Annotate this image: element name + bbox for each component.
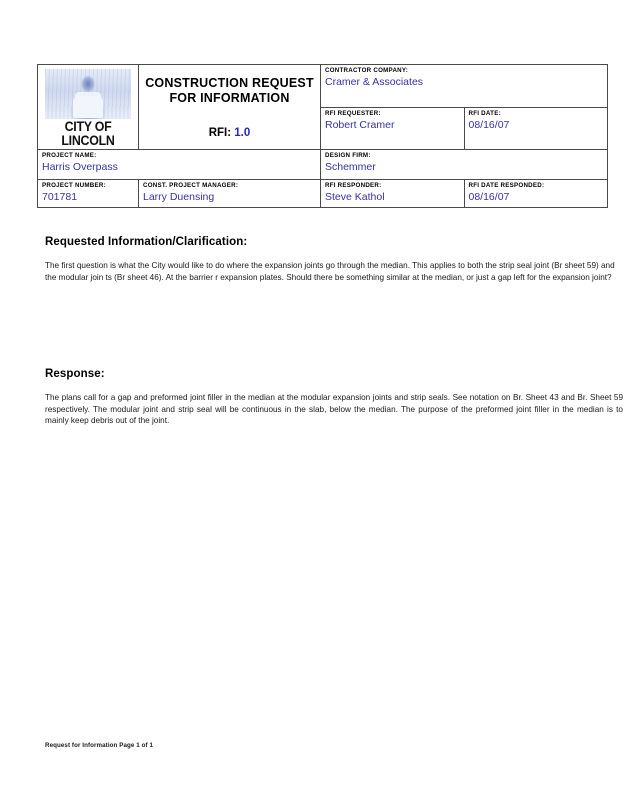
project-name-cell: PROJECT NAME: Harris Overpass <box>37 149 321 180</box>
rfi-date-value: 08/16/07 <box>468 118 510 131</box>
rfi-responder-cell: RFI RESPONDER: Steve Kathol <box>320 179 465 208</box>
rfi-header-table: CITY OF LINCOLN NEBRASKA CONSTRUCTION RE… <box>37 64 608 208</box>
title-line-1: CONSTRUCTION REQUEST <box>145 76 314 90</box>
city-of-lincoln-logo: CITY OF LINCOLN NEBRASKA <box>38 65 138 149</box>
requested-information-section: Requested Information/Clarification: The… <box>45 236 623 283</box>
header-row-4: PROJECT NUMBER: 701781 CONST. PROJECT MA… <box>37 179 608 208</box>
document-page: CITY OF LINCOLN NEBRASKA CONSTRUCTION RE… <box>0 0 640 800</box>
logo-state-text: NEBRASKA <box>38 148 138 149</box>
rfi-date-responded-cell: RFI DATE RESPONDED: 08/16/07 <box>463 179 608 208</box>
project-name-label: PROJECT NAME: <box>42 152 97 159</box>
contractor-company-label: CONTRACTOR COMPANY: <box>325 67 409 74</box>
rfi-responder-value: Steve Kathol <box>325 191 385 203</box>
document-title-cell: CONSTRUCTION REQUEST FOR INFORMATION RFI… <box>138 64 321 150</box>
design-firm-label: DESIGN FIRM: <box>325 152 371 159</box>
const-project-manager-label: CONST. PROJECT MANAGER: <box>143 182 239 189</box>
project-number-label: PROJECT NUMBER: <box>42 182 106 189</box>
logo-city-text: CITY OF LINCOLN <box>61 119 115 148</box>
design-firm-value: Schemmer <box>325 161 376 173</box>
header-row-3: PROJECT NAME: Harris Overpass DESIGN FIR… <box>37 149 608 180</box>
project-number-cell: PROJECT NUMBER: 701781 <box>37 179 139 208</box>
rfi-number-value: 1.0 <box>234 127 251 139</box>
design-firm-cell: DESIGN FIRM: Schemmer <box>320 149 608 180</box>
rfi-requester-value: Robert Cramer <box>325 118 395 131</box>
project-name-value: Harris Overpass <box>42 161 118 173</box>
const-project-manager-cell: CONST. PROJECT MANAGER: Larry Duensing <box>138 179 321 208</box>
rfi-responder-label: RFI RESPONDER: <box>325 182 382 189</box>
city-logo-cell: CITY OF LINCOLN NEBRASKA <box>37 64 139 150</box>
rfi-number-display: RFI: 1.0 <box>139 127 320 139</box>
const-project-manager-value: Larry Duensing <box>143 191 215 203</box>
rfi-date-responded-value: 08/16/07 <box>468 191 510 203</box>
rfi-date-cell: RFI DATE: 08/16/07 <box>463 106 608 150</box>
header-row-1: CITY OF LINCOLN NEBRASKA CONSTRUCTION RE… <box>37 64 608 150</box>
page-title: CONSTRUCTION REQUEST FOR INFORMATION <box>139 76 320 106</box>
page-footer: Request for Information Page 1 of 1 <box>45 742 154 749</box>
requested-information-body: The first question is what the City woul… <box>45 261 615 282</box>
contractor-company-value: Cramer & Associates <box>325 76 424 88</box>
project-number-value: 701781 <box>42 191 78 203</box>
rfi-date-label: RFI DATE: <box>468 109 501 117</box>
lincoln-statue-image <box>45 69 131 119</box>
response-heading: Response: <box>45 368 105 380</box>
title-line-2: FOR INFORMATION <box>169 91 290 105</box>
rfi-requester-label: RFI REQUESTER: <box>325 109 381 117</box>
rfi-date-responded-label: RFI DATE RESPONDED: <box>468 182 545 189</box>
requested-information-heading: Requested Information/Clarification: <box>45 236 248 248</box>
contractor-company-cell: CONTRACTOR COMPANY: Cramer & Associates <box>320 64 608 108</box>
response-body: The plans call for a gap and preformed j… <box>45 393 623 426</box>
rfi-label: RFI: <box>208 127 232 139</box>
rfi-requester-cell: RFI REQUESTER: Robert Cramer <box>320 106 465 150</box>
response-section: Response: The plans call for a gap and p… <box>45 368 623 427</box>
